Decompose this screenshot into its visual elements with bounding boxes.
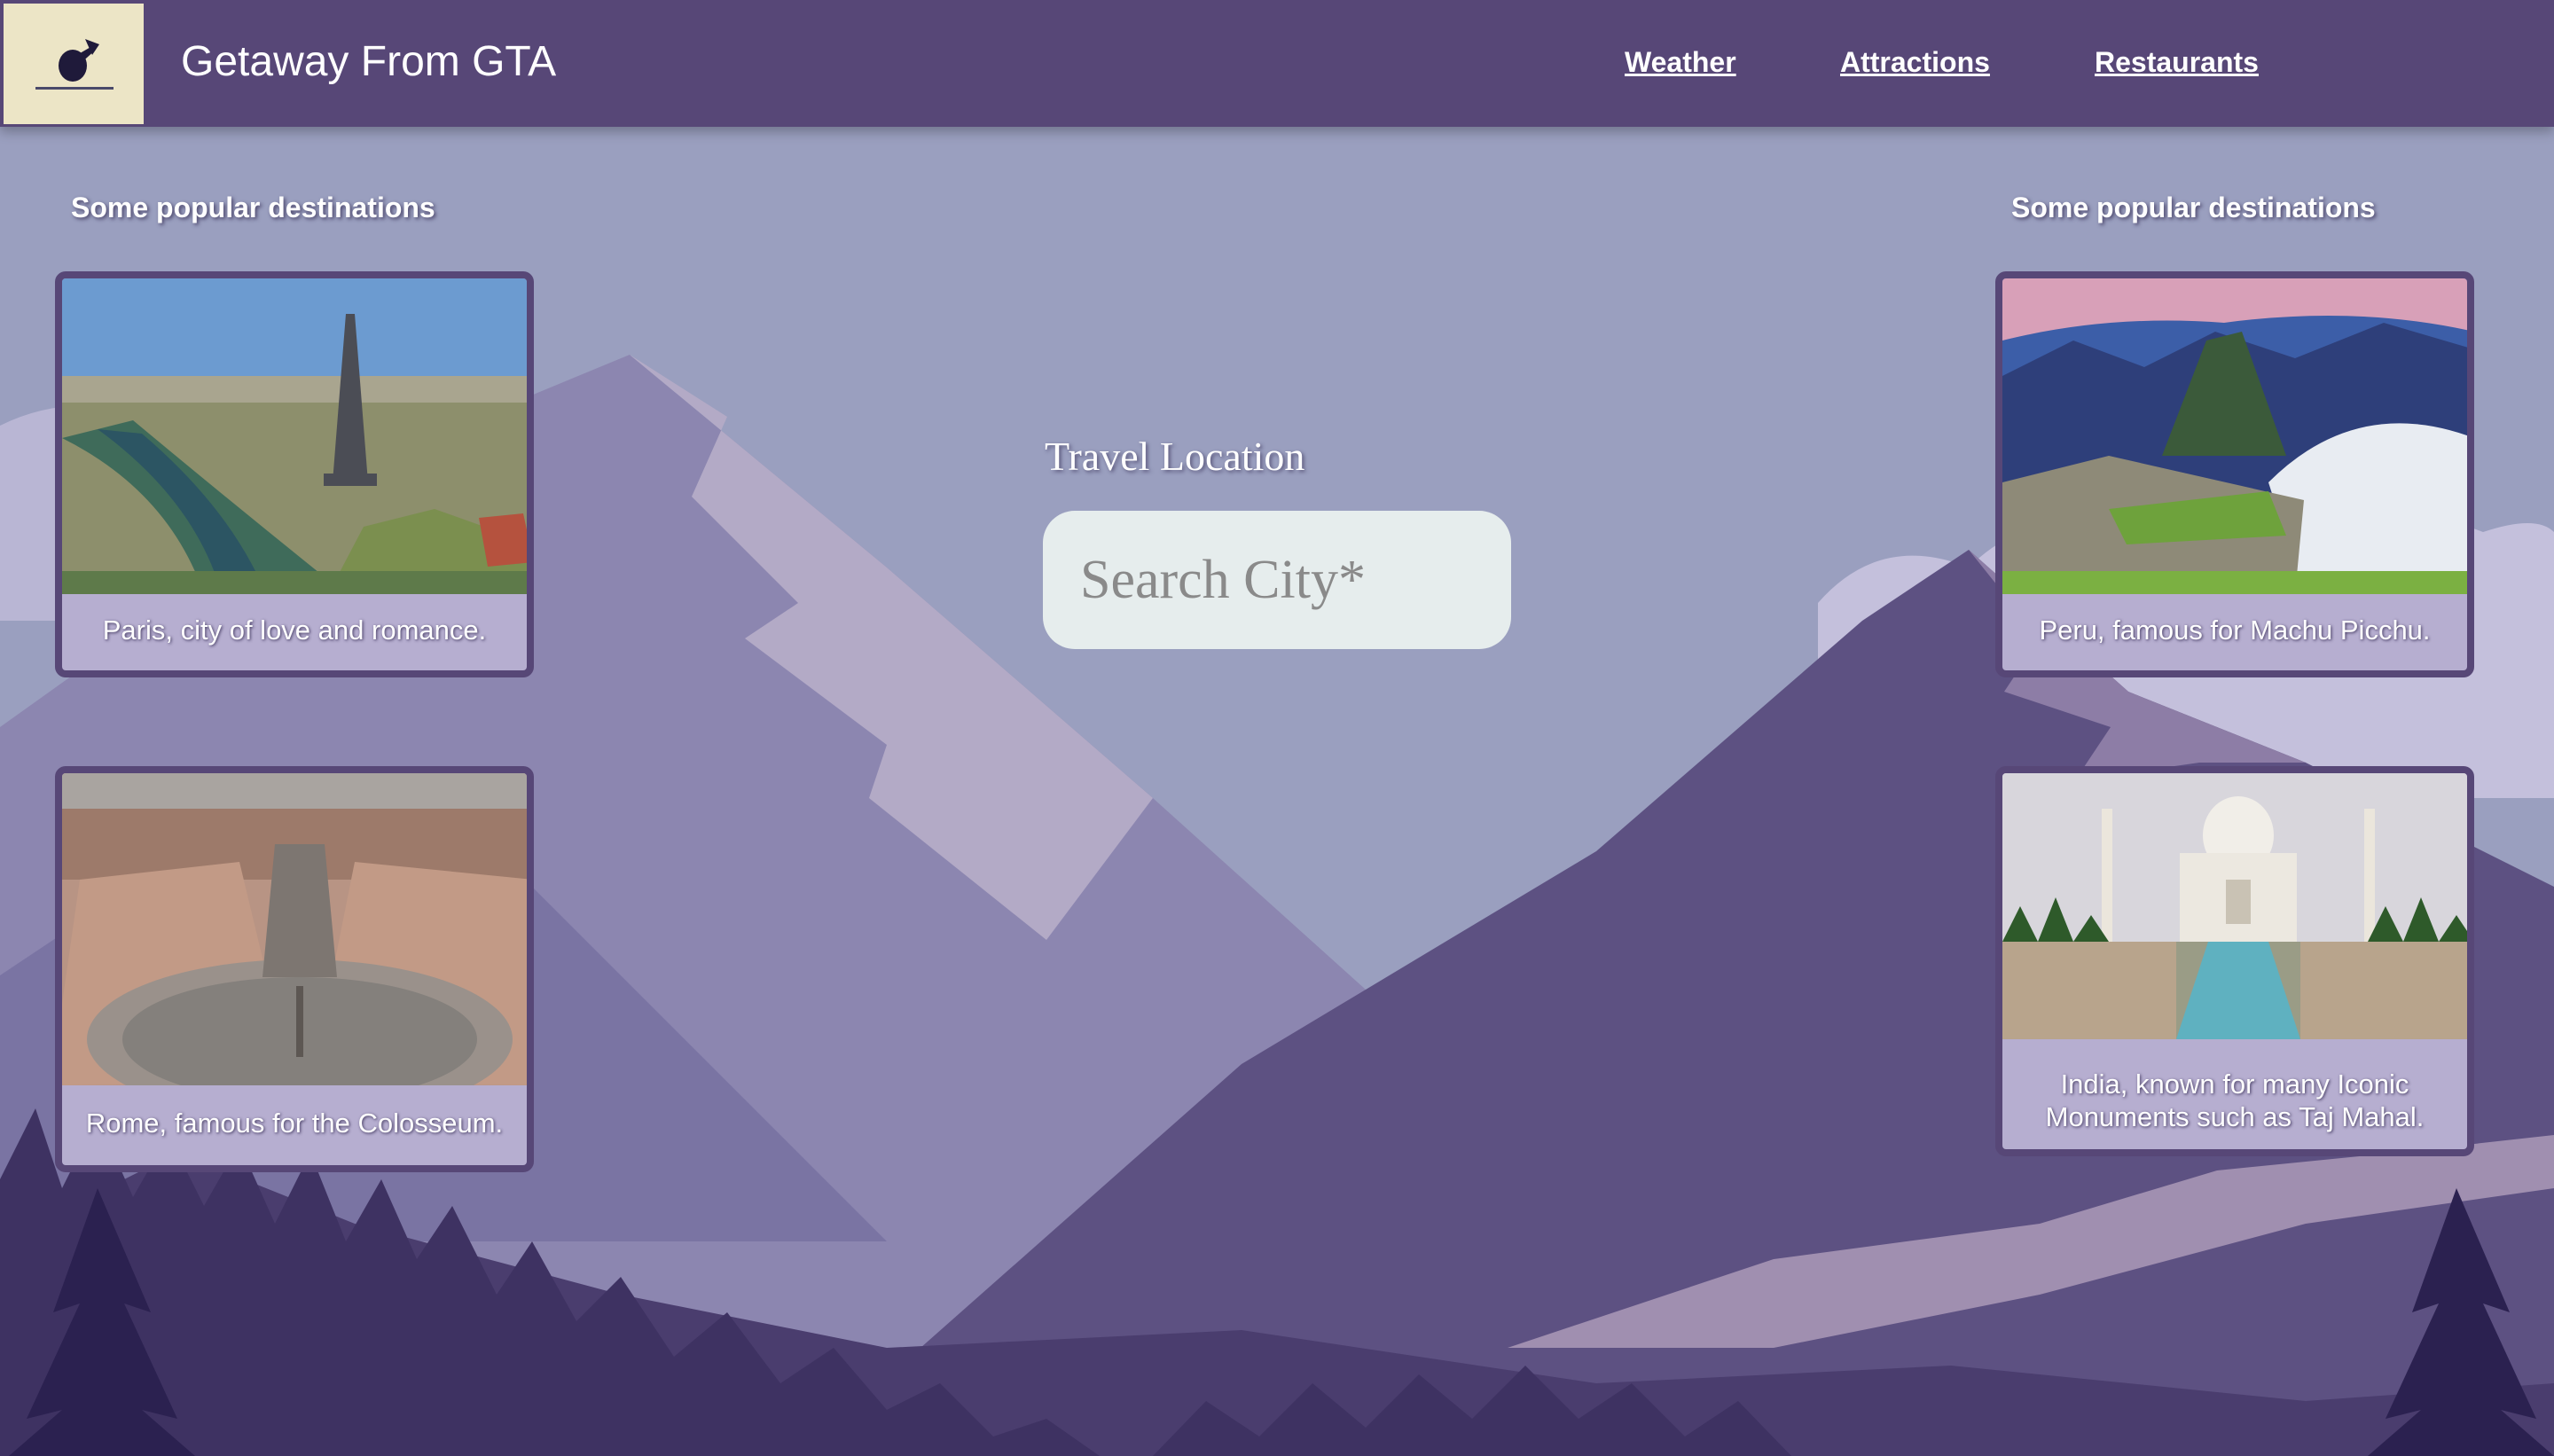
card-caption: Paris, city of love and romance. bbox=[102, 614, 487, 646]
destination-card-peru[interactable]: Peru, famous for Machu Picchu. bbox=[1995, 271, 2474, 677]
card-caption: Rome, famous for the Colosseum. bbox=[85, 1108, 504, 1139]
nav-attractions-link[interactable]: Attractions bbox=[1840, 46, 1990, 79]
destination-card-india[interactable]: India, known for many Iconic Monuments s… bbox=[1995, 766, 2474, 1156]
rome-aerial-photo bbox=[62, 773, 527, 1085]
site-header: Getaway From GTA Weather Attractions Res… bbox=[0, 0, 2554, 127]
left-section-heading: Some popular destinations bbox=[71, 192, 435, 223]
plane-icon bbox=[4, 4, 144, 124]
nav-restaurants-link[interactable]: Restaurants bbox=[2095, 46, 2259, 79]
machu-picchu-photo bbox=[2002, 278, 2467, 594]
destination-card-paris[interactable]: Paris, city of love and romance. bbox=[55, 271, 534, 677]
card-caption: India, known for many Iconic Monuments s… bbox=[2045, 1069, 2425, 1132]
site-title: Getaway From GTA bbox=[181, 38, 557, 85]
eiffel-tower-photo bbox=[62, 278, 527, 594]
search-city-input[interactable] bbox=[1043, 511, 1511, 649]
card-caption: Peru, famous for Machu Picchu. bbox=[2039, 614, 2431, 646]
site-logo[interactable] bbox=[4, 4, 144, 124]
taj-mahal-photo bbox=[2002, 773, 2467, 1039]
right-section-heading: Some popular destinations bbox=[2011, 192, 2376, 223]
travel-location-label: Travel Location bbox=[1045, 434, 1305, 479]
nav-weather-link[interactable]: Weather bbox=[1625, 46, 1736, 79]
destination-card-rome[interactable]: Rome, famous for the Colosseum. bbox=[55, 766, 534, 1172]
